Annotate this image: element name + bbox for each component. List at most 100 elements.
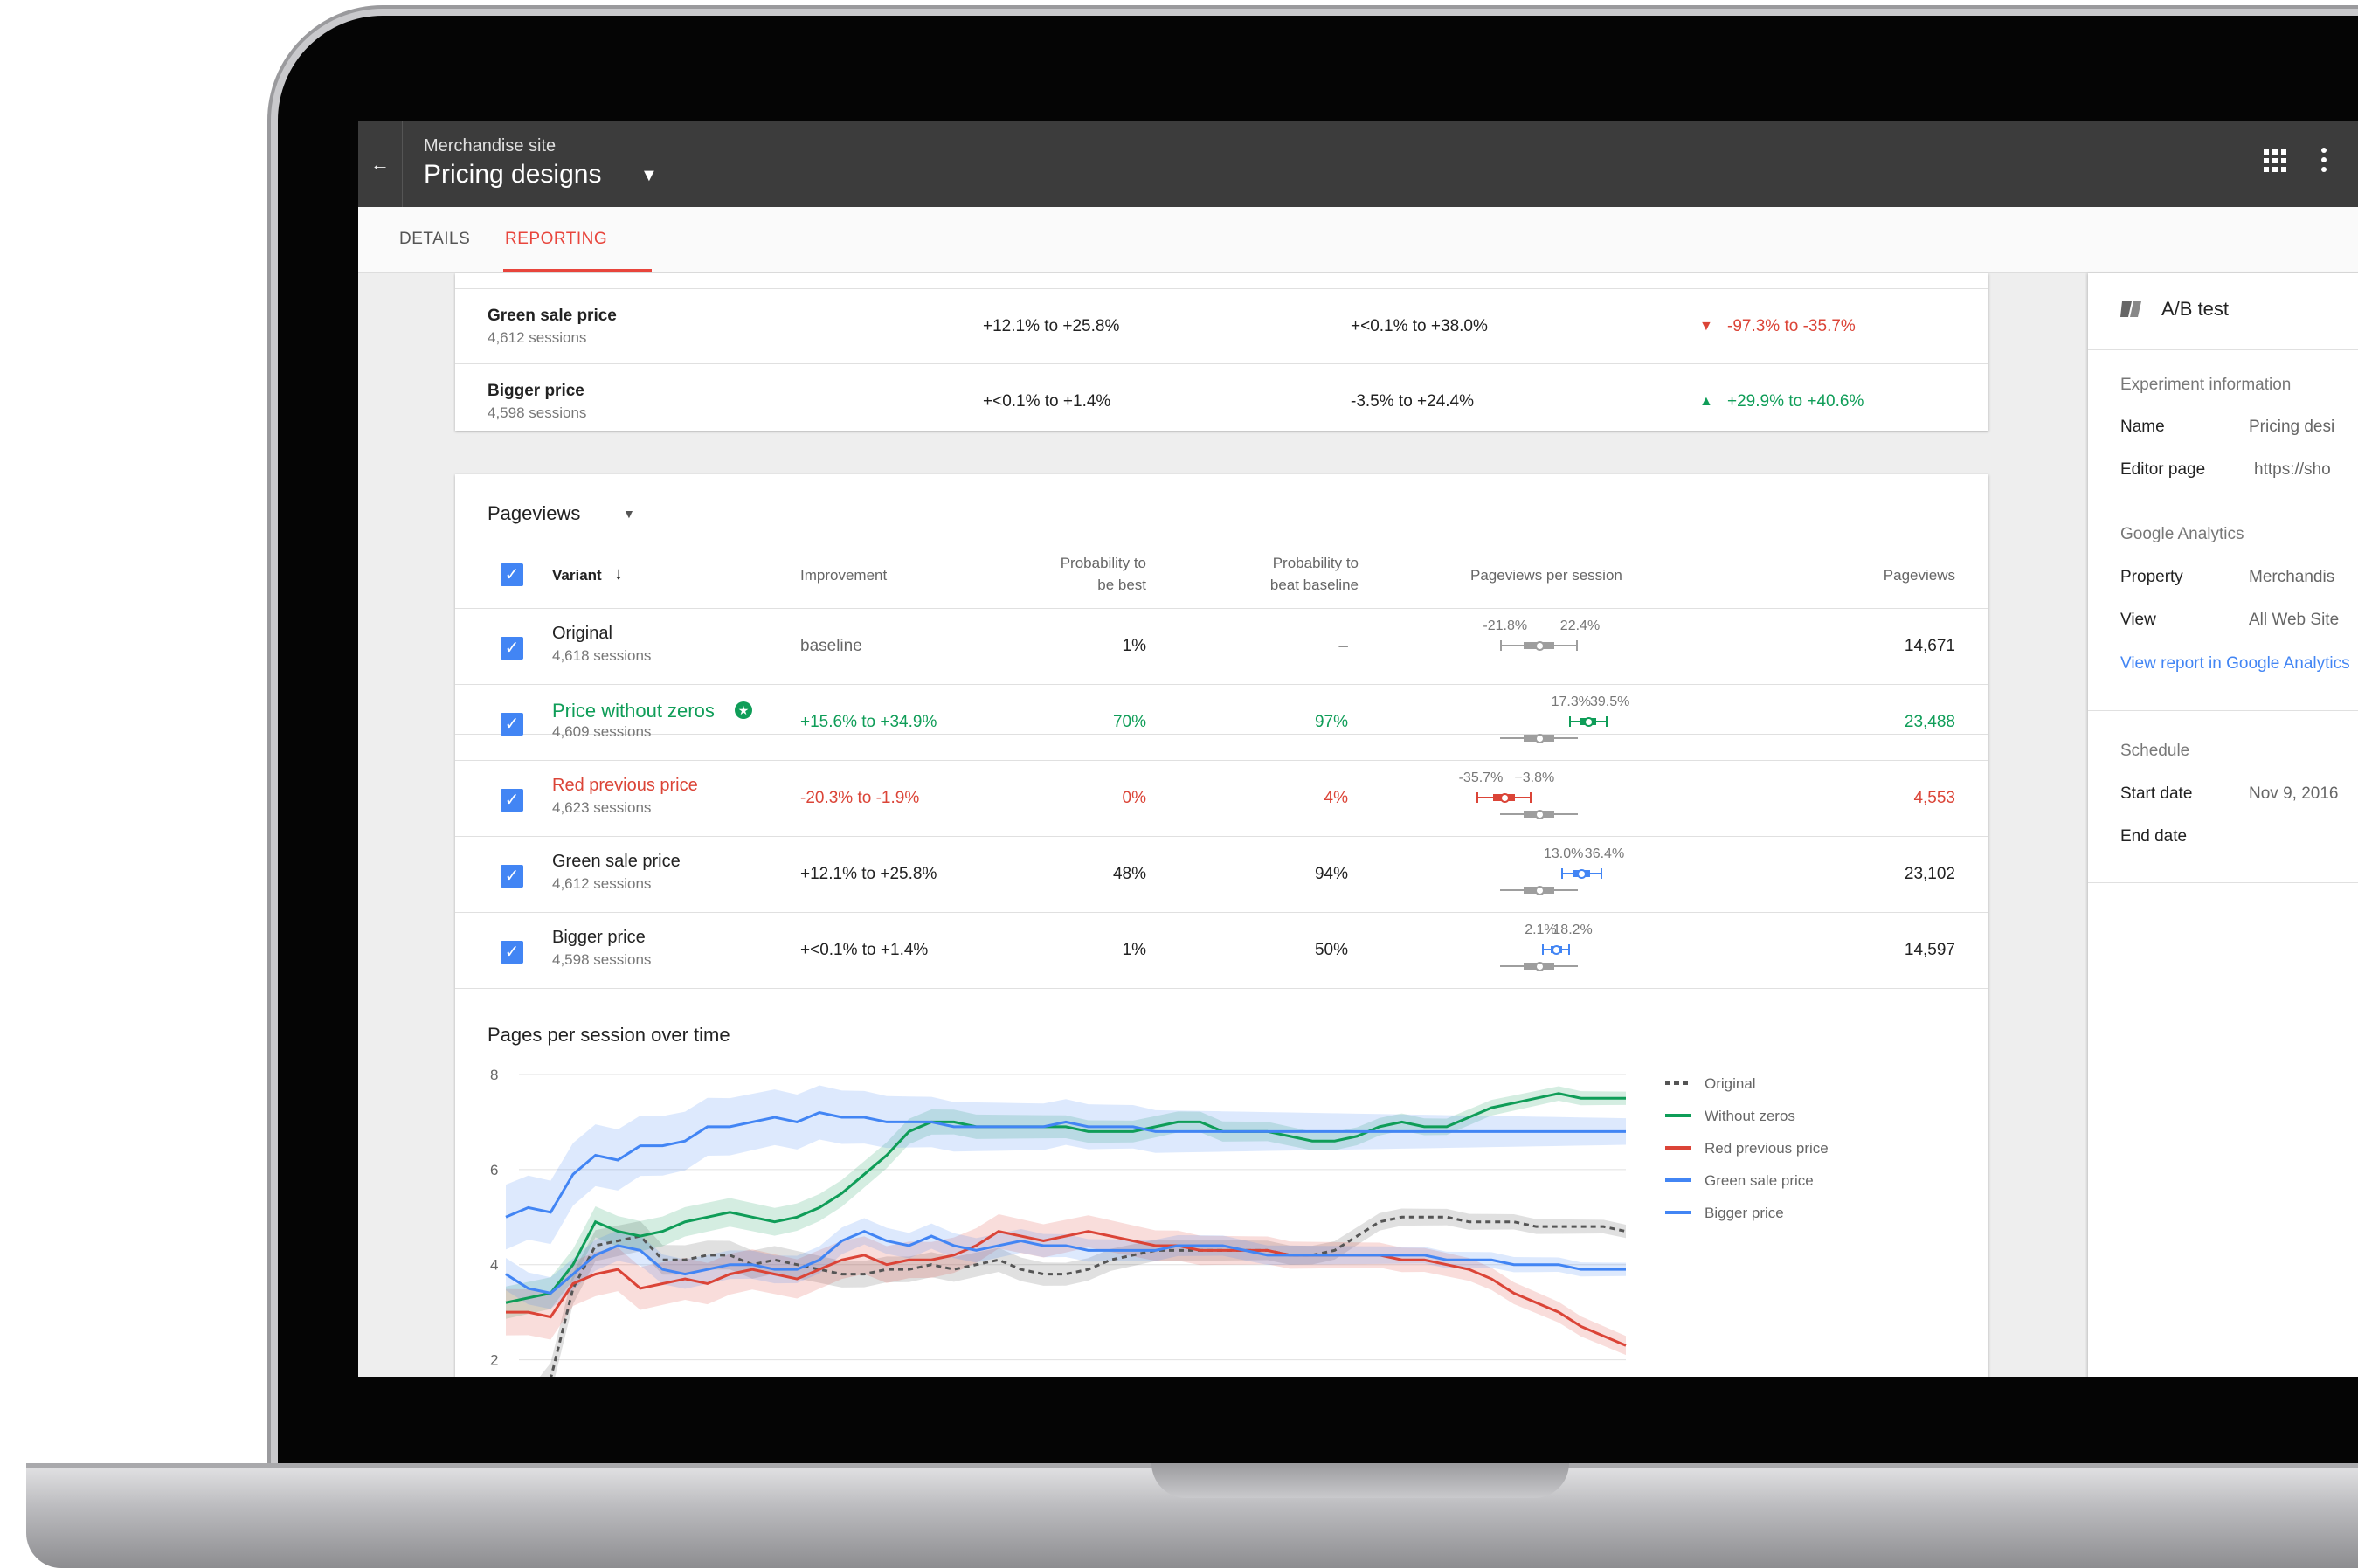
editor-page-value[interactable]: https://sho	[2254, 460, 2331, 480]
metric-range: -3.5% to +24.4%	[1351, 392, 1475, 411]
column-header-pageviews[interactable]: Pageviews	[1836, 567, 1955, 584]
ab-test-icon	[2120, 300, 2143, 323]
ci-median-marker	[1499, 793, 1510, 803]
tab-bar: DETAILS REPORTING	[358, 207, 2358, 273]
metric-range: +12.1% to +25.8%	[983, 317, 1120, 335]
improvement-value: -20.3% to -1.9%	[800, 789, 920, 807]
prob-beat-value: 4%	[1324, 789, 1348, 807]
column-header-per-session[interactable]: Pageviews per session	[1470, 567, 1622, 584]
prob-best-value: 70%	[1112, 713, 1146, 731]
back-arrow-icon[interactable]: ←	[358, 121, 403, 207]
start-date-value: Nov 9, 2016	[2249, 784, 2339, 803]
ci-high-label: 36.4%	[1584, 846, 1625, 861]
variant-name: Price without zeros	[552, 700, 715, 722]
row-divider	[455, 363, 1988, 364]
row-checkbox[interactable]: ✓	[501, 865, 523, 888]
metric-selector-label[interactable]: Pageviews	[488, 502, 580, 525]
laptop-notch	[1151, 1463, 1569, 1498]
tab-details[interactable]: DETAILS	[399, 207, 470, 272]
column-header-variant[interactable]: Variant	[552, 567, 602, 584]
ci-whisker-cap	[1568, 716, 1571, 727]
prob-beat-value: 50%	[1314, 941, 1348, 959]
more-vert-icon[interactable]	[2320, 147, 2328, 180]
variant-sessions: 4,598 sessions	[488, 404, 587, 421]
prob-beat-value: 97%	[1314, 713, 1348, 731]
apps-grid-icon[interactable]	[2263, 149, 2287, 180]
improvement-value: +<0.1% to +1.4%	[800, 941, 929, 959]
test-type-label: A/B test	[2161, 298, 2230, 320]
sort-arrow-down-icon[interactable]: ↓	[614, 564, 623, 584]
pages-per-session-chart: 2 4 6 8 Original Without zeros Red previous pr…	[490, 1067, 1829, 1377]
y-tick-label: 4	[490, 1257, 498, 1274]
ci-low-label: 2.1%	[1525, 922, 1557, 937]
name-value: Pricing desi	[2249, 418, 2335, 436]
section-heading: Schedule	[2120, 742, 2190, 760]
page-title: Pricing designs	[424, 160, 602, 189]
select-all-checkbox[interactable]: ✓	[501, 563, 523, 586]
prob-best-value: 1%	[1122, 637, 1146, 655]
active-tab-indicator	[503, 269, 652, 272]
prob-best-value: 0%	[1122, 789, 1146, 807]
baseline-median-marker	[1534, 810, 1545, 819]
metric-range: +<0.1% to +38.0%	[1351, 317, 1488, 335]
pageviews-value: 4,553	[1913, 789, 1955, 807]
app-subtitle: Merchandise site	[424, 136, 557, 155]
header-divider	[455, 608, 1988, 609]
tab-reporting[interactable]: REPORTING	[505, 207, 607, 272]
row-divider	[455, 684, 1988, 685]
prob-beat-value: –	[1338, 637, 1348, 655]
ci-whisker-cap	[1530, 792, 1532, 803]
variant-sessions: 4,609 sessions	[552, 723, 652, 740]
column-header-improvement[interactable]: Improvement	[800, 567, 887, 584]
pageviews-value: 14,597	[1904, 941, 1955, 959]
conversions-card: Green sale price 4,612 sessions +12.1% t…	[455, 273, 1988, 431]
divider	[2088, 882, 2358, 883]
metric-dropdown-icon[interactable]: ▼	[623, 507, 635, 521]
view-report-link[interactable]: View report in Google Analytics	[2120, 654, 2350, 673]
pageviews-value: 14,671	[1904, 637, 1955, 655]
ci-whisker-cap	[1575, 640, 1578, 651]
row-checkbox[interactable]: ✓	[501, 637, 523, 660]
name-label: Name	[2120, 418, 2165, 436]
variant-name: Bigger price	[488, 382, 584, 400]
baseline-median-marker	[1534, 962, 1545, 971]
y-tick-label: 8	[490, 1067, 498, 1083]
side-panel: A/B test Experiment information Name Pri…	[2088, 273, 2358, 1377]
baseline-median-marker	[1534, 886, 1545, 895]
pageviews-card: Pageviews ▼ ✓ Variant ↓ Improvement Prob…	[455, 474, 1988, 1377]
column-header-prob-best[interactable]: Probability to	[979, 555, 1146, 572]
legend-label: Bigger price	[1705, 1205, 1784, 1221]
row-checkbox[interactable]: ✓	[501, 713, 523, 736]
trend-down-icon: ▼	[1699, 319, 1713, 334]
divider	[2088, 349, 2358, 350]
y-tick-label: 6	[490, 1162, 498, 1178]
ci-high-label: 22.4%	[1559, 618, 1601, 633]
column-header-prob-best-2: be best	[1097, 577, 1146, 593]
variant-name: Green sale price	[552, 852, 681, 871]
property-value: Merchandis	[2249, 568, 2335, 586]
variant-sessions: 4,612 sessions	[488, 329, 587, 346]
row-checkbox[interactable]: ✓	[501, 789, 523, 812]
property-label: Property	[2120, 568, 2183, 586]
row-divider	[455, 988, 1988, 989]
variant-sessions: 4,612 sessions	[552, 875, 652, 892]
legend-label: Original	[1705, 1075, 1756, 1092]
improvement-value: +15.6% to +34.9%	[800, 713, 937, 731]
metric-range: +29.9% to +40.6%	[1727, 392, 1864, 411]
ci-low-label: 17.3%	[1551, 694, 1591, 709]
baseline-median-marker	[1534, 734, 1545, 743]
row-divider	[455, 288, 1988, 289]
column-header-prob-beat[interactable]: Probability to	[1189, 555, 1359, 572]
row-checkbox[interactable]: ✓	[501, 941, 523, 964]
ci-low-label: 13.0%	[1544, 846, 1584, 861]
ci-median-marker	[1583, 717, 1594, 727]
ci-high-label: 39.5%	[1590, 694, 1630, 709]
ci-median-marker	[1534, 641, 1545, 651]
ci-whisker-cap	[1606, 716, 1608, 727]
title-dropdown-icon[interactable]: ▼	[640, 166, 658, 186]
divider	[2088, 710, 2358, 711]
row-divider	[455, 760, 1988, 761]
prob-best-value: 1%	[1122, 941, 1146, 959]
improvement-value: +12.1% to +25.8%	[800, 865, 937, 883]
screen: ← Merchandise site Pricing designs ▼ DET…	[358, 121, 2358, 1377]
